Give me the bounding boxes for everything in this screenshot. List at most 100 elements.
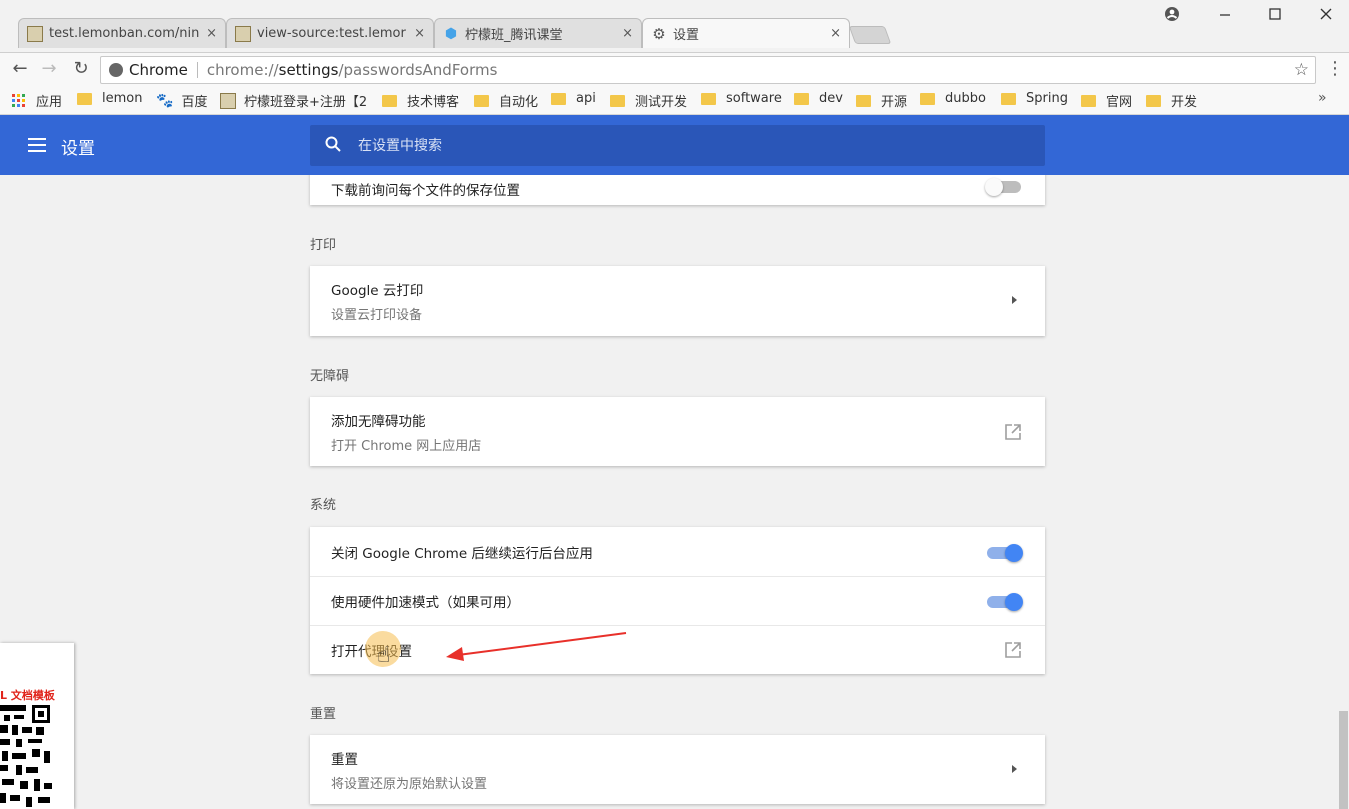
bookmark-development[interactable]: 开发 (1146, 91, 1197, 110)
back-button[interactable]: ← (9, 58, 31, 79)
folder-icon (610, 94, 625, 107)
tab-settings[interactable]: ⚙ 设置 × (642, 18, 850, 48)
bookmark-lemon[interactable]: lemon (77, 91, 142, 106)
bookmarks-overflow-button[interactable]: » (1318, 90, 1327, 106)
tab-view-source[interactable]: view-source:test.lemor × (226, 18, 434, 48)
bookmark-open-source[interactable]: 开源 (856, 91, 907, 110)
folder-icon (1001, 92, 1016, 105)
bookmark-dubbo[interactable]: dubbo (920, 91, 986, 106)
reset-settings-row[interactable]: 重置 将设置还原为原始默认设置 (310, 735, 1045, 804)
google-cloud-print-row[interactable]: Google 云打印 设置云打印设备 (310, 266, 1045, 336)
row-label: Google 云打印 (331, 283, 424, 299)
folder-icon (920, 92, 935, 105)
bookmark-star-icon[interactable]: ☆ (1294, 60, 1309, 80)
menu-dots-icon[interactable]: ⋮ (1326, 58, 1344, 79)
bookmark-baidu[interactable]: 🐾 百度 (156, 91, 207, 111)
address-url[interactable]: chrome://settings/passwordsAndForms (207, 61, 498, 79)
chevron-right-icon (1012, 764, 1017, 773)
maximize-icon[interactable] (1260, 5, 1290, 23)
bookmark-label: 柠檬班登录+注册【2 (244, 95, 368, 110)
address-chip: Chrome (129, 61, 188, 79)
profile-icon[interactable] (1157, 5, 1187, 23)
chevron-right-icon (1012, 296, 1017, 304)
close-icon[interactable]: × (830, 26, 841, 41)
bookmark-label: dubbo (945, 91, 986, 106)
folder-icon (382, 94, 397, 107)
tab-title: 设置 (673, 28, 700, 43)
minimize-icon[interactable] (1210, 5, 1240, 23)
background-apps-row[interactable]: 关闭 Google Chrome 后继续运行后台应用 (310, 527, 1045, 576)
background-apps-toggle[interactable] (987, 543, 1023, 562)
address-bar[interactable]: Chrome chrome://settings/passwordsAndFor… (100, 56, 1316, 84)
search-input[interactable] (358, 125, 1018, 166)
bookmark-lemonban-login[interactable]: 柠檬班登录+注册【2 (220, 91, 370, 110)
hardware-acceleration-toggle[interactable] (987, 593, 1023, 611)
folder-icon (1146, 94, 1161, 107)
url-path: /passwordsAndForms (338, 61, 498, 79)
close-icon[interactable]: × (206, 26, 217, 41)
new-tab-button[interactable] (848, 26, 892, 44)
tab-title: 柠檬班_腾讯课堂 (465, 28, 563, 43)
row-label: 重置 (331, 751, 358, 768)
folder-icon (856, 94, 871, 107)
folder-icon (1081, 94, 1096, 107)
add-accessibility-row[interactable]: 添加无障碍功能 打开 Chrome 网上应用店 (310, 397, 1045, 466)
bookmark-label: 开发 (1171, 95, 1198, 110)
ask-download-location-row[interactable]: 下载前询问每个文件的保存位置 (310, 175, 1045, 205)
bookmark-label: dev (819, 91, 843, 106)
bookmark-automation[interactable]: 自动化 (474, 91, 538, 110)
hand-cursor-icon: ☝ (377, 643, 391, 668)
chrome-icon (109, 63, 123, 77)
close-icon[interactable]: × (414, 26, 425, 41)
tab-tencent-classroom[interactable]: ⬢ 柠檬班_腾讯课堂 × (434, 18, 642, 48)
ask-download-location-toggle[interactable] (985, 178, 1023, 196)
row-label: 添加无障碍功能 (331, 413, 426, 430)
tab-title: view-source:test.lemor (257, 26, 406, 41)
downloads-card: 下载前询问每个文件的保存位置 (310, 175, 1045, 205)
tab-title: test.lemonban.com/nin (49, 26, 200, 41)
scrollbar-thumb[interactable] (1339, 711, 1348, 809)
bookmark-label: lemon (102, 91, 143, 106)
hardware-acceleration-row[interactable]: 使用硬件加速模式（如果可用） (310, 576, 1045, 625)
gear-icon: ⚙ (652, 24, 666, 43)
bookmark-label: 技术博客 (407, 95, 460, 110)
section-title-print: 打印 (310, 238, 337, 253)
tab-test-lemonban[interactable]: test.lemonban.com/nin × (18, 18, 226, 48)
bookmark-apps[interactable]: 应用 (12, 91, 62, 110)
address-separator (196, 62, 198, 78)
row-label: 使用硬件加速模式（如果可用） (331, 595, 520, 611)
bookmark-api[interactable]: api (551, 91, 596, 106)
close-icon[interactable]: × (622, 26, 633, 41)
folder-icon (474, 94, 489, 107)
apps-icon (12, 93, 26, 108)
bookmark-label: 自动化 (499, 95, 539, 110)
window-close-icon[interactable] (1311, 5, 1341, 23)
bookmark-spring[interactable]: Spring (1001, 91, 1068, 106)
proxy-settings-row[interactable]: 打开代理设置 (310, 625, 1045, 674)
url-host: settings (278, 61, 339, 79)
bookmark-label: Spring (1026, 91, 1068, 106)
bookmark-label: api (576, 91, 596, 106)
bookmark-label: 开源 (881, 95, 908, 110)
bookmark-label: 应用 (36, 95, 63, 110)
image-icon (235, 25, 251, 42)
annotation-arrow-icon (446, 632, 627, 661)
bookmark-test-dev[interactable]: 测试开发 (610, 91, 687, 110)
row-label: 下载前询问每个文件的保存位置 (331, 183, 520, 199)
row-label: 打开代理设置 (331, 640, 1045, 660)
menu-icon[interactable] (28, 138, 46, 152)
search-icon (325, 136, 341, 152)
qr-overlay: L 文档模板 (0, 643, 74, 809)
reload-button[interactable]: ↻ (70, 58, 92, 79)
section-title-system: 系统 (310, 498, 337, 513)
paw-icon: 🐾 (156, 92, 174, 109)
folder-icon (701, 92, 716, 105)
settings-search[interactable] (310, 125, 1045, 166)
forward-button[interactable]: → (38, 58, 60, 79)
row-label: 关闭 Google Chrome 后继续运行后台应用 (331, 545, 593, 562)
bookmark-dev[interactable]: dev (794, 91, 843, 106)
bookmark-tech-blog[interactable]: 技术博客 (382, 91, 459, 110)
bookmarks-bar: 应用 lemon 🐾 百度 柠檬班登录+注册【2 技术博客 自动化 api 测试开… (0, 86, 1349, 115)
bookmark-official-site[interactable]: 官网 (1081, 91, 1132, 110)
bookmark-software[interactable]: software (701, 91, 782, 106)
